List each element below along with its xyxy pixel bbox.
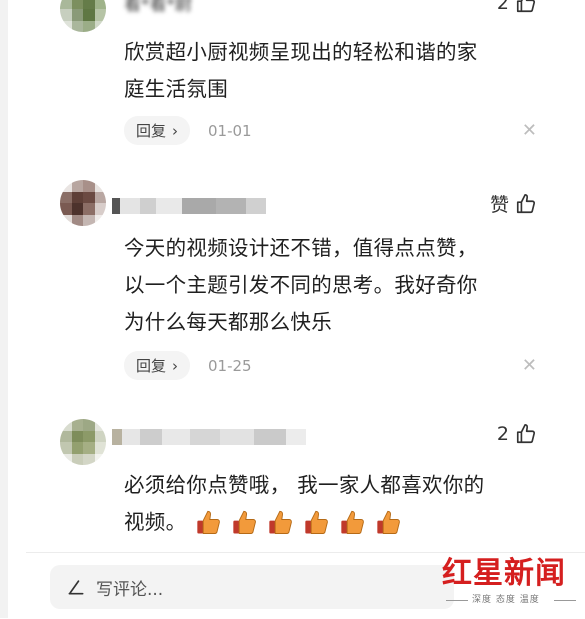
- thumbs-up-emoji-icon: [233, 510, 257, 534]
- thumbs-up-icon: [516, 193, 536, 213]
- comment-input[interactable]: 写评论...: [50, 565, 454, 609]
- like-button[interactable]: 赞: [490, 190, 537, 217]
- reply-row: 回复 › 01-25: [124, 351, 252, 380]
- comment-date: 01-01: [208, 121, 252, 140]
- comment-item: 看*看*尉 2 欣赏超小厨视频呈现出的轻松和谐的家 庭生活氛围 回复 › 01-…: [8, 0, 585, 160]
- reply-button[interactable]: 回复 ›: [124, 351, 191, 380]
- chevron-right-icon: ›: [172, 356, 179, 375]
- username[interactable]: [112, 429, 306, 445]
- like-button[interactable]: 2: [497, 423, 537, 445]
- avatar[interactable]: [60, 0, 106, 32]
- thumbs-up-icon: [516, 424, 536, 444]
- thumbs-up-emoji-icon: [197, 510, 221, 534]
- comment-date: 01-25: [208, 356, 252, 375]
- like-count: 2: [496, 0, 509, 14]
- username[interactable]: 看*看*尉: [124, 0, 192, 15]
- reply-button[interactable]: 回复 ›: [124, 116, 191, 145]
- comment-item: 2 必须给你点赞哦， 我一家人都喜欢你的 视频。: [8, 405, 585, 550]
- brand-tagline: 深度 态度 温度: [472, 595, 540, 605]
- comment-text: 欣赏超小厨视频呈现出的轻松和谐的家 庭生活氛围: [124, 40, 478, 101]
- like-button[interactable]: 2: [497, 0, 537, 14]
- comment-text: 必须给你点赞哦， 我一家人都喜欢你的 视频。: [124, 467, 554, 541]
- like-count: 2: [496, 423, 509, 445]
- thumbs-up-emoji-icon: [341, 510, 365, 534]
- thumbs-up-emoji-icon: [269, 510, 293, 534]
- pencil-icon: [68, 580, 84, 595]
- thumbs-up-emoji-icon: [377, 510, 401, 534]
- thumbs-up-icon: [516, 0, 536, 13]
- reply-row: 回复 › 01-01: [124, 116, 252, 145]
- chevron-right-icon: ›: [172, 121, 179, 140]
- comment-placeholder: 写评论...: [96, 579, 164, 600]
- username[interactable]: [112, 198, 266, 214]
- close-icon[interactable]: ✕: [522, 355, 537, 376]
- brand-logo-text: 红星新闻: [442, 556, 566, 591]
- comment-text: 今天的视频设计还不错，值得点点赞， 以一个主题引发不同的思考。我好奇你 为什么每…: [124, 236, 478, 334]
- thumbs-up-emoji-icon: [305, 510, 329, 534]
- avatar[interactable]: [60, 419, 106, 465]
- comment-item: 赞 今天的视频设计还不错，值得点点赞， 以一个主题引发不同的思考。我好奇你 为什…: [8, 170, 585, 400]
- like-label: 赞: [489, 194, 509, 216]
- brand-watermark: 红星新闻 深度 态度 温度: [422, 548, 582, 610]
- avatar[interactable]: [60, 180, 106, 226]
- close-icon[interactable]: ✕: [522, 120, 537, 141]
- emoji-row: [194, 509, 410, 537]
- left-edge-strip: [0, 0, 8, 618]
